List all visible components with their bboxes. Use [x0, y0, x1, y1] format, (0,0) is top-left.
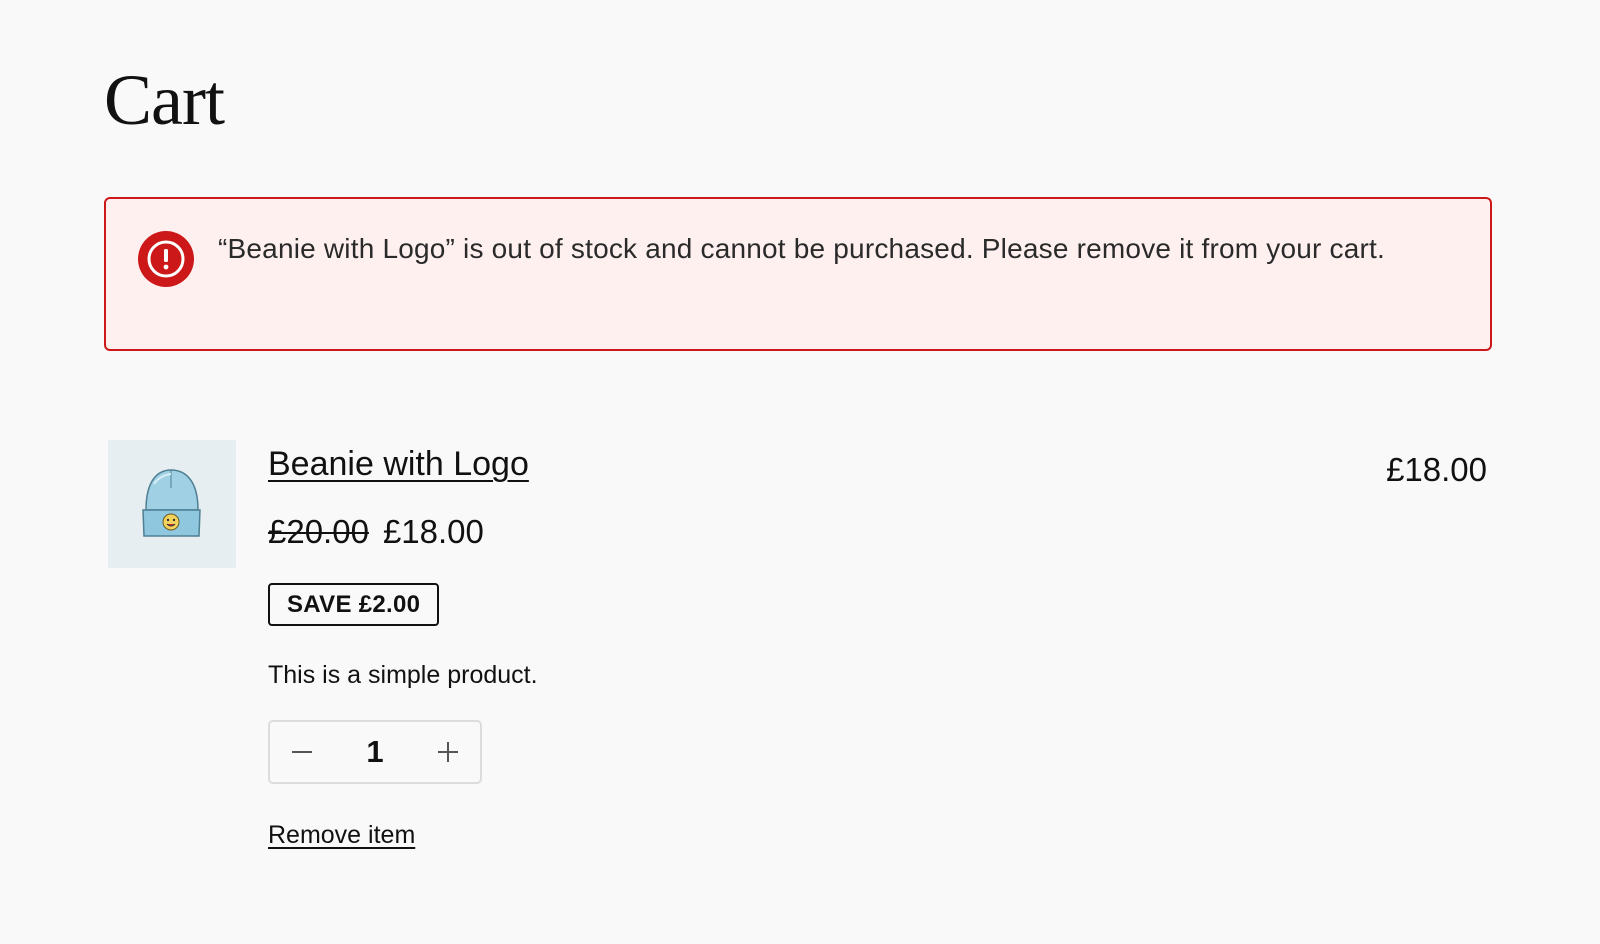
quantity-stepper	[268, 720, 482, 784]
page-title: Cart	[104, 60, 225, 140]
out-of-stock-notice: “Beanie with Logo” is out of stock and c…	[104, 197, 1492, 351]
remove-item-link[interactable]: Remove item	[268, 818, 415, 852]
error-icon	[138, 231, 194, 287]
minus-icon	[292, 751, 312, 753]
product-name-link[interactable]: Beanie with Logo	[268, 442, 529, 486]
plus-icon	[438, 742, 458, 762]
beanie-product-image	[142, 469, 201, 537]
regular-price: £20.00	[268, 513, 369, 550]
quantity-decrease-button[interactable]	[272, 722, 332, 782]
product-description: This is a simple product.	[268, 661, 538, 689]
line-total-price: £18.00	[1386, 451, 1487, 488]
quantity-increase-button[interactable]	[418, 722, 478, 782]
product-price: £20.00 £18.00	[268, 510, 484, 554]
save-badge: SAVE £2.00	[268, 583, 440, 626]
notice-message: “Beanie with Logo” is out of stock and c…	[218, 233, 1386, 264]
quantity-input[interactable]	[330, 722, 420, 782]
product-image[interactable]	[108, 440, 236, 568]
sale-price: £18.00	[382, 513, 484, 550]
